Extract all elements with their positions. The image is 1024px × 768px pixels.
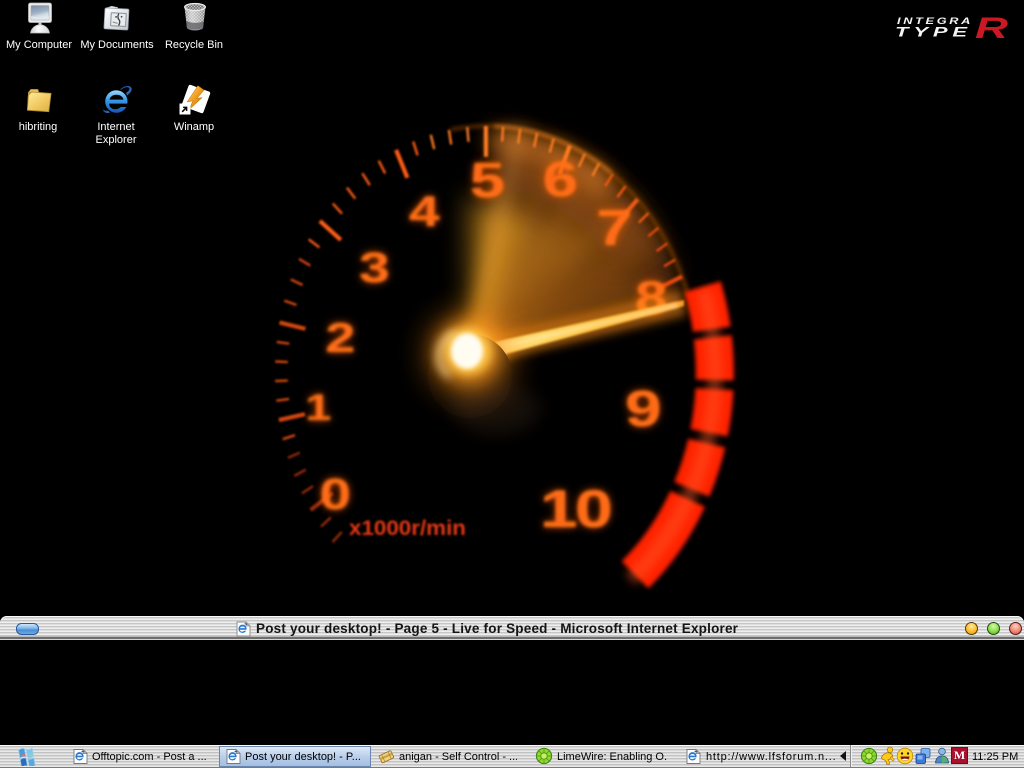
svg-text:x1000r/min: x1000r/min	[349, 517, 466, 540]
svg-text:TYPE: TYPE	[895, 25, 972, 40]
svg-text:7: 7	[596, 201, 629, 257]
svg-text:10: 10	[540, 479, 611, 538]
svg-text:3: 3	[359, 244, 388, 292]
svg-text:5: 5	[470, 153, 503, 208]
svg-text:4: 4	[409, 188, 440, 236]
svg-text:9: 9	[625, 381, 660, 438]
svg-text:2: 2	[325, 315, 353, 362]
svg-text:0: 0	[320, 469, 350, 519]
svg-text:6: 6	[543, 152, 576, 207]
svg-text:R: R	[975, 12, 1008, 45]
svg-text:1: 1	[305, 388, 331, 429]
